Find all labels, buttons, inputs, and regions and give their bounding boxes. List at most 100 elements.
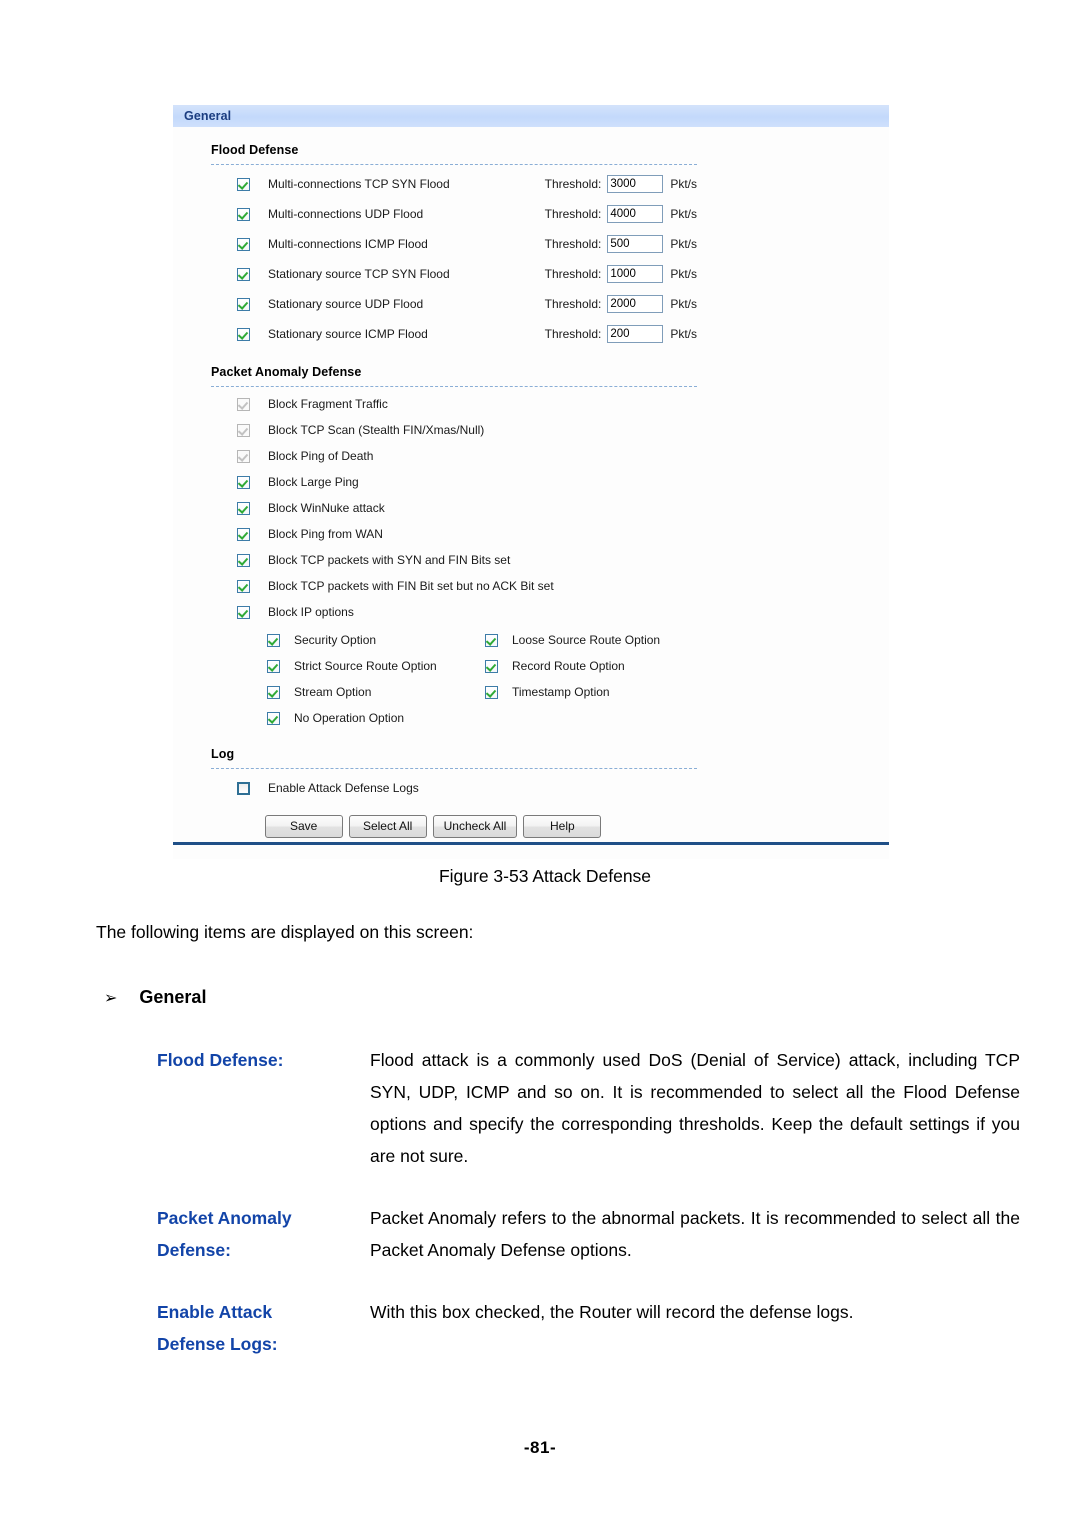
uncheck-all-button[interactable]: Uncheck All [432,815,518,838]
label-ip-option-1-0: Strict Source Route Option [294,659,437,673]
ip-option-cell[interactable]: Loose Source Route Option [485,633,703,647]
bullet-heading-label: General [139,987,207,1007]
label-ip-option-3-0: No Operation Option [294,711,405,725]
ip-option-cell[interactable]: Timestamp Option [485,685,703,699]
ip-option-row: Security Option Loose Source Route Option [267,627,889,653]
checkbox-anomaly-1 [237,423,250,437]
threshold-label-1: Threshold: [544,207,602,221]
checkbox-anomaly-8[interactable] [237,605,250,619]
checkbox-flood-4[interactable] [237,297,250,311]
help-button[interactable]: Help [523,815,602,838]
save-button[interactable]: Save [264,815,343,838]
arrow-bullet-icon: ➢ [104,990,118,1007]
log-row[interactable]: Enable Attack Defense Logs [173,773,889,803]
label-flood-2: Multi-connections ICMP Flood [268,237,428,251]
button-bar: Save Select All Uncheck All Help [173,803,889,838]
threshold-group-1: Threshold: Pkt/s [545,205,889,223]
threshold-unit-5: Pkt/s [670,327,697,341]
definition-term: Flood Defense: [157,1044,370,1172]
definition-term: Enable Attack Defense Logs: [157,1296,370,1360]
checkbox-anomaly-2 [237,449,250,463]
section-title-flood-defense: Flood Defense [211,143,299,157]
threshold-input-0[interactable] [607,175,664,193]
threshold-input-1[interactable] [607,205,664,223]
flood-defense-row: Multi-connections ICMP Flood Threshold: Pk… [173,229,889,259]
label-flood-3: Stationary source TCP SYN Flood [268,267,450,281]
label-anomaly-1: Block TCP Scan (Stealth FIN/Xmas/Null) [268,423,485,437]
label-anomaly-2: Block Ping of Death [268,449,374,463]
checkbox-ip-option-1-0[interactable] [267,659,280,673]
checkbox-ip-option-2-1[interactable] [485,685,498,699]
label-anomaly-6: Block TCP packets with SYN and FIN Bits … [268,553,511,567]
router-ui-screenshot: General Flood Defense Multi-connections … [173,105,889,859]
checkbox-ip-option-3-0[interactable] [267,711,280,725]
threshold-input-2[interactable] [607,235,664,253]
ip-option-cell[interactable]: Security Option [267,633,485,647]
definition-row: Packet Anomaly Defense: Packet Anomaly ref… [0,1202,1080,1266]
page-number: -81- [523,1438,557,1457]
threshold-input-5[interactable] [607,325,664,343]
checkbox-anomaly-3[interactable] [237,475,250,489]
label-flood-0: Multi-connections TCP SYN Flood [268,177,450,191]
document-body: Figure 3-53 Attack Defense The following… [0,866,1080,1390]
log-rows: Enable Attack Defense Logs [173,769,889,803]
checkbox-anomaly-4[interactable] [237,501,250,515]
checkbox-flood-3[interactable] [237,267,250,281]
label-ip-option-2-1: Timestamp Option [512,685,610,699]
checkbox-anomaly-7[interactable] [237,579,250,593]
checkbox-enable-attack-defense-logs[interactable] [237,781,250,795]
ip-option-row: Strict Source Route Option Record Route O… [267,653,889,679]
definition-description: Flood attack is a commonly used DoS (Den… [370,1050,1020,1166]
threshold-input-4[interactable] [607,295,664,313]
definition-description: Packet Anomaly refers to the abnormal pa… [370,1208,1020,1260]
threshold-group-3: Threshold: Pkt/s [545,265,889,283]
threshold-group-2: Threshold: Pkt/s [545,235,889,253]
threshold-unit-1: Pkt/s [670,207,697,221]
checkbox-anomaly-6[interactable] [237,553,250,567]
label-flood-5: Stationary source ICMP Flood [268,327,428,341]
definition-term-line1: Packet Anomaly [157,1208,292,1228]
ip-option-cell[interactable]: Stream Option [267,685,485,699]
checkbox-flood-2[interactable] [237,237,250,251]
label-flood-1: Multi-connections UDP Flood [268,207,424,221]
threshold-label-0: Threshold: [544,177,602,191]
label-ip-option-0-1: Loose Source Route Option [512,633,661,647]
section-title-log: Log [211,747,235,761]
checkbox-flood-1[interactable] [237,207,250,221]
checkbox-anomaly-0 [237,397,250,411]
definition-term-line2: Defense Logs: [157,1334,278,1354]
checkbox-flood-0[interactable] [237,177,250,191]
checkbox-ip-option-0-0[interactable] [267,633,280,647]
intro-paragraph: The following items are displayed on thi… [96,922,474,942]
packet-anomaly-row: Block Ping from WAN [173,521,889,547]
flood-defense-row: Stationary source TCP SYN Flood Threshold… [173,259,889,289]
checkbox-flood-5[interactable] [237,327,250,341]
definition-row: Enable Attack Defense Logs: With this box … [0,1296,1080,1360]
ip-option-row: No Operation Option [267,705,889,731]
checkbox-ip-option-2-0[interactable] [267,685,280,699]
packet-anomaly-row: Block WinNuke attack [173,495,889,521]
ip-option-row: Stream Option Timestamp Option [267,679,889,705]
definition-term-line1: Enable Attack [157,1302,273,1322]
threshold-label-5: Threshold: [544,327,602,341]
checkbox-anomaly-5[interactable] [237,527,250,541]
figure-caption: Figure 3-53 Attack Defense [438,866,652,886]
packet-anomaly-row: Block TCP Scan (Stealth FIN/Xmas/Null) [173,417,889,443]
ip-option-cell[interactable]: No Operation Option [267,711,485,725]
threshold-input-3[interactable] [607,265,664,283]
threshold-unit-3: Pkt/s [670,267,697,281]
flood-defense-row: Multi-connections UDP Flood Threshold: Pkt… [173,199,889,229]
flood-defense-rows: Multi-connections TCP SYN Flood Threshold… [173,165,889,349]
checkbox-ip-option-1-1[interactable] [485,659,498,673]
packet-anomaly-row: Block Ping of Death [173,443,889,469]
label-anomaly-7: Block TCP packets with FIN Bit set but n… [268,579,554,593]
checkbox-ip-option-0-1[interactable] [485,633,498,647]
packet-anomaly-row: Block TCP packets with SYN and FIN Bits … [173,547,889,573]
definition-term: Packet Anomaly Defense: [157,1202,370,1266]
ip-option-cell[interactable]: Strict Source Route Option [267,659,485,673]
bullet-heading-general: ➢ General [0,943,1080,1008]
packet-anomaly-row: Block Large Ping [173,469,889,495]
select-all-button[interactable]: Select All [348,815,427,838]
ip-option-cell[interactable]: Record Route Option [485,659,703,673]
threshold-group-5: Threshold: Pkt/s [545,325,889,343]
